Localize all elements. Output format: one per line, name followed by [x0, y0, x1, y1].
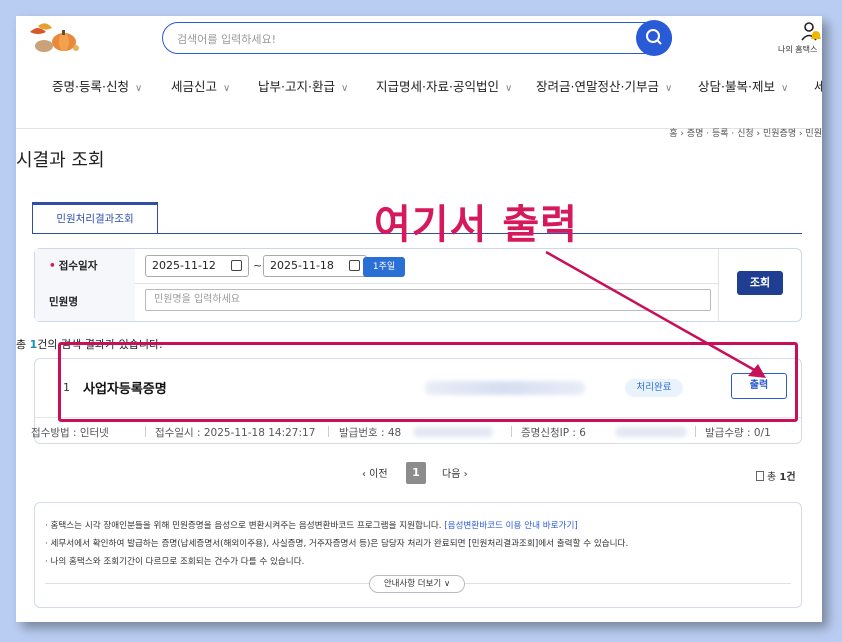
- meta-divider: [511, 426, 512, 437]
- page-title: 시결과 조회: [16, 150, 105, 171]
- nav-item-statement[interactable]: 지급명세·자료·공익법인 ∨: [376, 76, 512, 95]
- date-label: • 접수일자: [35, 249, 135, 283]
- chevron-down-icon: ∨: [134, 83, 143, 94]
- total-count: 총 1건: [756, 468, 796, 483]
- issue-number: 발급번호 : 48: [339, 427, 402, 439]
- document-icon: [756, 471, 764, 481]
- request-ip: 증명신청IP : 6: [521, 427, 586, 439]
- voice-barcode-link[interactable]: [음성변환바코드 이용 안내 바로가기]: [444, 521, 578, 531]
- date-to-input[interactable]: 2025-11-18: [263, 255, 367, 277]
- hometax-page: 검색어를 입력하세요! 나의 홈택스 증명·등록·신청 ∨ 세금신고 ∨ 납부·고지…: [16, 16, 822, 622]
- chevron-down-icon: ∨: [340, 83, 349, 94]
- search-button[interactable]: [636, 20, 672, 56]
- pumpkin-logo-icon[interactable]: [24, 20, 80, 54]
- receipt-method: 접수방법 : 인터넷: [31, 427, 109, 439]
- blurred-ip: [615, 427, 687, 437]
- blurred-issue-number: [413, 427, 493, 437]
- prev-page-button[interactable]: ‹ 이전: [362, 465, 388, 480]
- chevron-down-icon: ∨: [223, 83, 231, 94]
- nav-item-tax-report[interactable]: 세금신고 ∨: [171, 76, 230, 95]
- annotation-arrow: [545, 250, 766, 378]
- nav-item-more[interactable]: 세: [814, 76, 822, 95]
- chevron-down-icon: ∨: [780, 83, 789, 94]
- more-info-button[interactable]: 안내사항 더보기 ∨: [369, 575, 465, 593]
- date-separator: ~: [253, 259, 263, 272]
- issue-quantity: 발급수량 : 0/1: [705, 427, 771, 439]
- meta-divider: [695, 426, 696, 437]
- one-week-button[interactable]: 1주일: [363, 257, 405, 277]
- site-header: 검색어를 입력하세요! 나의 홈택스 증명·등록·신청 ∨ 세금신고 ∨ 납부·고지…: [16, 16, 822, 129]
- nav-item-incentive[interactable]: 장려금·연말정산·기부금 ∨: [536, 76, 672, 95]
- search-icon: [646, 29, 662, 45]
- calendar-icon[interactable]: [231, 260, 242, 271]
- info-box: · 홈택스는 시각 장애인분들을 위해 민원증명을 음성으로 변환시켜주는 음성…: [34, 502, 802, 608]
- annotation-text: 여기서 출력: [374, 202, 578, 248]
- nav-item-payment[interactable]: 납부·고지·환급 ∨: [258, 76, 348, 95]
- date-from-input[interactable]: 2025-11-12: [145, 255, 249, 277]
- chevron-down-icon: ∨: [664, 83, 673, 94]
- chevron-down-icon: ∨: [504, 83, 513, 94]
- nav-item-consult[interactable]: 상담·불복·제보 ∨: [698, 76, 788, 95]
- info-line-2: · 세무서에서 확인하여 발급하는 증명(납세증명서(해외이주용), 사실증명,…: [45, 539, 629, 549]
- info-line-3: · 나의 홈택스와 조회기간이 다르므로 조회되는 건수가 다를 수 있습니다.: [45, 557, 305, 567]
- info-line-1: · 홈택스는 시각 장애인분들을 위해 민원증명을 음성으로 변환시켜주는 음성…: [45, 521, 578, 531]
- main-nav: 증명·등록·신청 ∨ 세금신고 ∨ 납부·고지·환급 ∨ 지급명세·자료·공익법인 ∨ …: [16, 72, 822, 96]
- calendar-icon[interactable]: [349, 260, 360, 271]
- search-box[interactable]: 검색어를 입력하세요!: [162, 22, 672, 54]
- nav-item-certificate[interactable]: 증명·등록·신청 ∨: [52, 76, 142, 95]
- breadcrumb: 홈 › 증명 · 등록 · 신청 › 민원증명 › 민원: [669, 129, 822, 139]
- search-input[interactable]: 검색어를 입력하세요!: [177, 31, 276, 47]
- required-mark: •: [49, 260, 56, 272]
- receipt-datetime: 접수일시 : 2025-11-18 14:27:17: [155, 427, 316, 439]
- page-number-current[interactable]: 1: [406, 462, 426, 484]
- tab-result-inquiry[interactable]: 민원처리결과조회: [32, 202, 158, 234]
- meta-divider: [328, 426, 329, 437]
- my-hometax-label[interactable]: 나의 홈택스: [778, 44, 817, 55]
- meta-divider: [145, 426, 146, 437]
- next-page-button[interactable]: 다음 ›: [442, 465, 468, 480]
- name-label: 민원명: [35, 283, 135, 321]
